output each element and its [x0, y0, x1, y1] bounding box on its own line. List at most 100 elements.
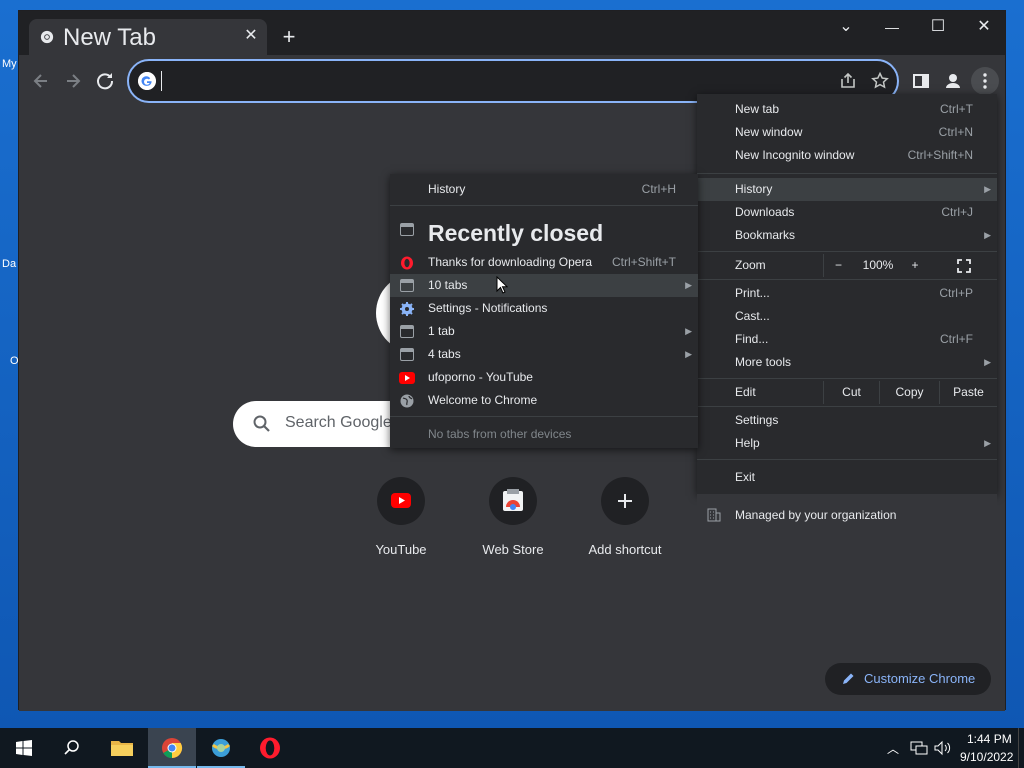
taskbar: ︿ 1:44 PM 9/10/2022 — [0, 728, 1024, 768]
opera-icon — [401, 256, 413, 270]
menu-item-exit[interactable]: Exit — [697, 466, 997, 489]
menu-separator — [697, 279, 997, 280]
history-item[interactable]: Settings - Notifications — [390, 297, 698, 320]
history-item[interactable]: Thanks for downloading Opera Ctrl+Shift+T — [390, 251, 698, 274]
share-icon[interactable] — [837, 70, 859, 92]
menu-item-find[interactable]: Find... Ctrl+F — [697, 328, 997, 351]
menu-item-print[interactable]: Print... Ctrl+P — [697, 282, 997, 305]
opera-icon — [260, 737, 280, 759]
clock-time[interactable]: 1:44 PM — [967, 732, 1012, 746]
menu-item-cast[interactable]: Cast... — [697, 305, 997, 328]
history-item[interactable]: Welcome to Chrome — [390, 389, 698, 412]
shortcut-tile — [489, 477, 537, 525]
menu-separator — [697, 251, 997, 252]
menu-item-more-tools[interactable]: More tools ▶ — [697, 351, 997, 374]
forward-icon[interactable] — [59, 67, 87, 95]
copy-button[interactable]: Copy — [879, 381, 939, 404]
volume-icon[interactable] — [933, 740, 953, 756]
zoom-level: 100% — [862, 258, 894, 272]
menu-separator — [390, 205, 698, 206]
close-window-button[interactable]: ✕ — [961, 13, 1007, 41]
menu-item-settings[interactable]: Settings — [697, 409, 997, 432]
youtube-icon — [399, 372, 415, 384]
bookmark-star-icon[interactable] — [869, 70, 891, 92]
menu-item-history[interactable]: History ▶ — [697, 178, 997, 201]
history-item[interactable]: 10 tabs ▶ — [390, 274, 698, 297]
shortcut-label: YouTube — [375, 542, 427, 557]
customize-chrome-button[interactable]: Customize Chrome — [825, 663, 991, 695]
menu-separator — [697, 378, 997, 379]
shortcut-youtube[interactable]: YouTube — [346, 477, 456, 567]
history-submenu: History Ctrl+H Recently closed Thanks for… — [390, 174, 698, 448]
desktop-icon-label[interactable]: My — [2, 58, 17, 70]
window-icon — [400, 325, 414, 338]
zoom-in-button[interactable]: + — [901, 254, 929, 277]
history-item[interactable]: 1 tab ▶ — [390, 320, 698, 343]
minimize-button[interactable]: — — [869, 13, 915, 41]
new-tab-button[interactable]: + — [275, 25, 303, 49]
managed-label: Managed by your organization — [735, 508, 897, 522]
fullscreen-icon[interactable] — [957, 259, 971, 273]
submenu-arrow-icon: ▶ — [984, 184, 991, 194]
side-panel-icon[interactable] — [907, 67, 935, 95]
settings-gear-icon — [400, 302, 414, 316]
chrome-favicon-icon — [40, 30, 54, 44]
taskbar-search-button[interactable] — [48, 728, 96, 768]
ie-taskbar-button[interactable] — [197, 728, 245, 768]
shortcut-tile — [601, 477, 649, 525]
start-button[interactable] — [0, 728, 48, 768]
tab-new-tab[interactable]: New Tab ✕ — [29, 19, 267, 55]
paste-button[interactable]: Paste — [939, 381, 997, 404]
cut-button[interactable]: Cut — [823, 381, 879, 404]
submenu-arrow-icon: ▶ — [685, 280, 692, 290]
menu-item-help[interactable]: Help ▶ — [697, 432, 997, 455]
reload-icon[interactable] — [91, 67, 119, 95]
menu-item-downloads[interactable]: Downloads Ctrl+J — [697, 201, 997, 224]
menu-item-new-tab[interactable]: New tab Ctrl+T — [697, 98, 997, 121]
chrome-taskbar-button[interactable] — [148, 728, 196, 768]
menu-separator — [697, 459, 997, 460]
chrome-icon — [162, 738, 183, 759]
menu-item-new-window[interactable]: New window Ctrl+N — [697, 121, 997, 144]
window-icon — [400, 223, 414, 236]
show-desktop-button[interactable] — [1018, 728, 1024, 768]
customize-label: Customize Chrome — [864, 671, 976, 686]
browser-globe-icon — [211, 739, 231, 757]
zoom-out-button[interactable]: − — [823, 254, 853, 277]
building-icon — [707, 508, 721, 522]
globe-icon — [400, 394, 414, 408]
pencil-icon — [843, 673, 854, 684]
submenu-arrow-icon: ▶ — [984, 438, 991, 448]
menu-item-new-incognito[interactable]: New Incognito window Ctrl+Shift+N — [697, 144, 997, 167]
managed-notice[interactable]: Managed by your organization — [697, 494, 997, 536]
network-icon[interactable] — [909, 740, 929, 756]
opera-taskbar-button[interactable] — [246, 728, 294, 768]
text-caret — [161, 71, 162, 91]
tab-close-icon[interactable]: ✕ — [242, 27, 260, 45]
add-shortcut-button[interactable]: Add shortcut — [570, 477, 680, 567]
history-item[interactable]: 4 tabs ▶ — [390, 343, 698, 366]
menu-separator — [390, 416, 698, 417]
clock-date[interactable]: 9/10/2022 — [960, 750, 1013, 764]
submenu-arrow-icon: ▶ — [984, 230, 991, 240]
tray-chevron-icon[interactable]: ︿ — [887, 740, 899, 757]
no-tabs-other-devices: No tabs from other devices — [428, 427, 572, 441]
submenu-arrow-icon: ▶ — [685, 349, 692, 359]
shortcut-label: Web Store — [482, 542, 544, 557]
profile-avatar-icon[interactable] — [939, 67, 967, 95]
history-item[interactable]: ufoporno - YouTube — [390, 366, 698, 389]
maximize-button[interactable]: ☐ — [915, 13, 961, 41]
mouse-cursor-icon — [496, 276, 508, 294]
shortcut-web-store[interactable]: Web Store — [458, 477, 568, 567]
submenu-arrow-icon: ▶ — [685, 326, 692, 336]
file-explorer-button[interactable] — [98, 728, 146, 768]
menu-item-bookmarks[interactable]: Bookmarks ▶ — [697, 224, 997, 247]
history-submenu-item-history[interactable]: History Ctrl+H — [390, 178, 698, 201]
omnibox-input[interactable] — [161, 68, 821, 94]
tab-search-icon[interactable]: ⌄ — [823, 13, 869, 41]
desktop-icon-label[interactable]: Da — [2, 258, 16, 270]
shortcut-tile — [377, 477, 425, 525]
window-icon — [400, 279, 414, 292]
chrome-menu-button[interactable] — [971, 67, 999, 95]
back-icon[interactable] — [27, 67, 55, 95]
